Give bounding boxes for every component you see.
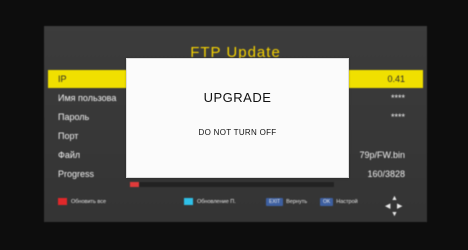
key-legend: Обновить все Обновление П. EXIT Вернуть … — [44, 194, 427, 216]
ok-key-chip: OK — [320, 198, 334, 206]
legend-cyan[interactable]: Обновление П. — [184, 198, 236, 205]
menu-row-value: 79p/FW.bin — [359, 150, 405, 160]
exit-key-chip: EXIT — [266, 198, 284, 206]
legend-exit[interactable]: EXIT Вернуть — [266, 198, 307, 206]
dpad-arrows-icon: ▲ ◀ ▶ ▼ — [385, 195, 403, 218]
tv-frame: FTP Update IP 0.41 Имя пользова **** Пар… — [0, 0, 468, 250]
legend-back-label: Вернуть — [286, 199, 308, 205]
menu-row-value: **** — [390, 93, 405, 103]
menu-row-value: 160/3828 — [367, 169, 405, 179]
legend-cyan-label: Обновление П. — [197, 198, 236, 205]
legend-red[interactable]: Обновить все — [58, 198, 106, 205]
menu-row-label: Progress — [58, 169, 95, 179]
legend-red-label: Обновить все — [71, 198, 107, 205]
menu-row-value: 0.41 — [387, 74, 405, 84]
progress-bar-fill — [130, 182, 139, 187]
red-key-icon — [58, 198, 67, 205]
dialog-message: DO NOT TURN OFF — [198, 128, 277, 137]
dialog-title: UPGRADE — [203, 90, 272, 105]
legend-ok-label: Настрой — [336, 199, 358, 205]
menu-row-label: IP — [58, 74, 67, 84]
upgrade-dialog: UPGRADE DO NOT TURN OFF — [126, 58, 349, 178]
menu-row-label: Порт — [58, 131, 79, 141]
menu-row-label: Пароль — [58, 112, 90, 122]
progress-bar — [130, 182, 334, 187]
menu-row-value: **** — [390, 112, 405, 122]
legend-ok[interactable]: OK Настрой — [320, 198, 358, 206]
menu-row-label: Файл — [58, 150, 81, 160]
cyan-key-icon — [184, 198, 193, 205]
menu-row-label: Имя пользова — [58, 93, 117, 103]
